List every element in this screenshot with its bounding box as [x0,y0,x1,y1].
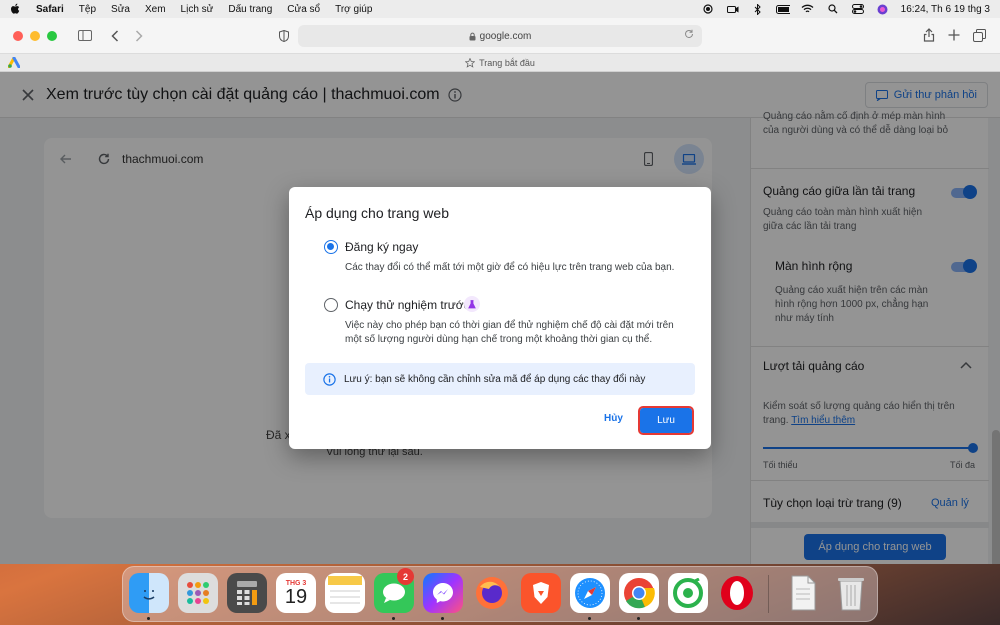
cancel-button[interactable]: Hủy [604,413,623,424]
option-apply-now-desc: Các thay đổi có thể mất tới một giờ để c… [345,262,675,273]
menu-bookmarks[interactable]: Dấu trang [228,4,272,15]
tab-title[interactable]: Trang bắt đầu [479,58,535,68]
screen-record-icon[interactable] [701,4,715,14]
opera-icon[interactable] [717,573,757,613]
info-note-text: Lưu ý: bạn sẽ không cần chỉnh sửa mã để … [344,373,646,385]
running-indicator [588,617,591,620]
dock-separator [768,575,769,613]
chrome-icon[interactable] [619,573,659,613]
wifi-icon[interactable] [801,4,815,14]
forward-icon[interactable] [131,28,147,44]
sidebar-toggle-icon[interactable] [77,28,93,44]
battery-icon[interactable] [775,4,790,14]
camera-icon[interactable] [726,4,740,14]
running-indicator [441,617,444,620]
back-icon[interactable] [107,28,123,44]
safari-icon[interactable] [570,573,610,613]
radio-apply-now[interactable] [324,240,338,254]
trash-icon[interactable] [831,573,871,613]
menu-view[interactable]: Xem [145,4,166,15]
brave-icon[interactable] [521,573,561,613]
adsense-logo-icon [7,56,21,70]
window-controls [13,30,57,41]
close-window-button[interactable] [13,30,23,41]
menu-window[interactable]: Cửa sổ [287,4,320,15]
spotlight-search-icon[interactable] [826,4,840,14]
calculator-icon[interactable] [227,573,267,613]
option-apply-now-label[interactable]: Đăng ký ngay [345,240,418,254]
menu-app-name[interactable]: Safari [36,4,64,15]
launchpad-icon[interactable] [178,573,218,613]
calendar-day: 19 [284,585,308,608]
privacy-shield-icon[interactable] [276,28,292,44]
bluetooth-icon[interactable] [751,3,765,15]
share-icon[interactable] [921,27,937,43]
firefox-icon[interactable] [472,573,512,613]
new-tab-icon[interactable] [946,27,962,43]
apple-logo-icon[interactable] [10,3,22,15]
option-experiment-desc: Việc này cho phép bạn có thời gian để th… [345,320,674,345]
dock: THG 3 19 [122,566,878,622]
menu-bar: Safari Tệp Sửa Xem Lịch sử Dấu trang Cửa… [0,0,1000,18]
minimize-window-button[interactable] [30,30,40,41]
coccoc-icon[interactable] [668,573,708,613]
url-text: google.com [479,30,532,42]
control-center-icon[interactable] [851,4,865,14]
messages-badge: 2 [397,568,414,585]
lab-flask-icon [464,296,480,312]
running-indicator [637,617,640,620]
calendar-icon[interactable]: THG 3 19 [276,573,316,613]
running-indicator [147,617,150,620]
browser-toolbar: google.com [0,18,1000,54]
reload-icon[interactable] [684,29,694,42]
notes-icon[interactable] [325,573,365,613]
info-note: Lưu ý: bạn sẽ không cần chỉnh sửa mã để … [305,363,695,395]
menu-clock[interactable]: 16:24, Th 6 19 thg 3 [901,4,990,15]
zoom-window-button[interactable] [47,30,57,41]
dialog-title: Áp dụng cho trang web [305,205,449,221]
menu-help[interactable]: Trợ giúp [335,4,372,15]
siri-icon[interactable] [876,4,890,14]
messenger-icon[interactable] [423,573,463,613]
menu-file[interactable]: Tệp [79,4,96,15]
star-icon [465,57,476,68]
radio-experiment[interactable] [324,298,338,312]
menu-edit[interactable]: Sửa [111,4,130,15]
info-icon [323,372,336,386]
running-indicator [392,617,395,620]
menu-history[interactable]: Lịch sử [181,4,214,15]
document-icon[interactable] [783,573,823,613]
save-button[interactable]: Lưu [638,406,694,435]
tab-overview-icon[interactable] [971,27,987,43]
address-bar[interactable]: google.com [298,25,702,47]
lock-icon [469,32,476,41]
option-experiment-label[interactable]: Chạy thử nghiệm trước [345,298,470,312]
finder-icon[interactable] [129,573,169,613]
tab-bar: Trang bắt đầu [0,54,1000,72]
